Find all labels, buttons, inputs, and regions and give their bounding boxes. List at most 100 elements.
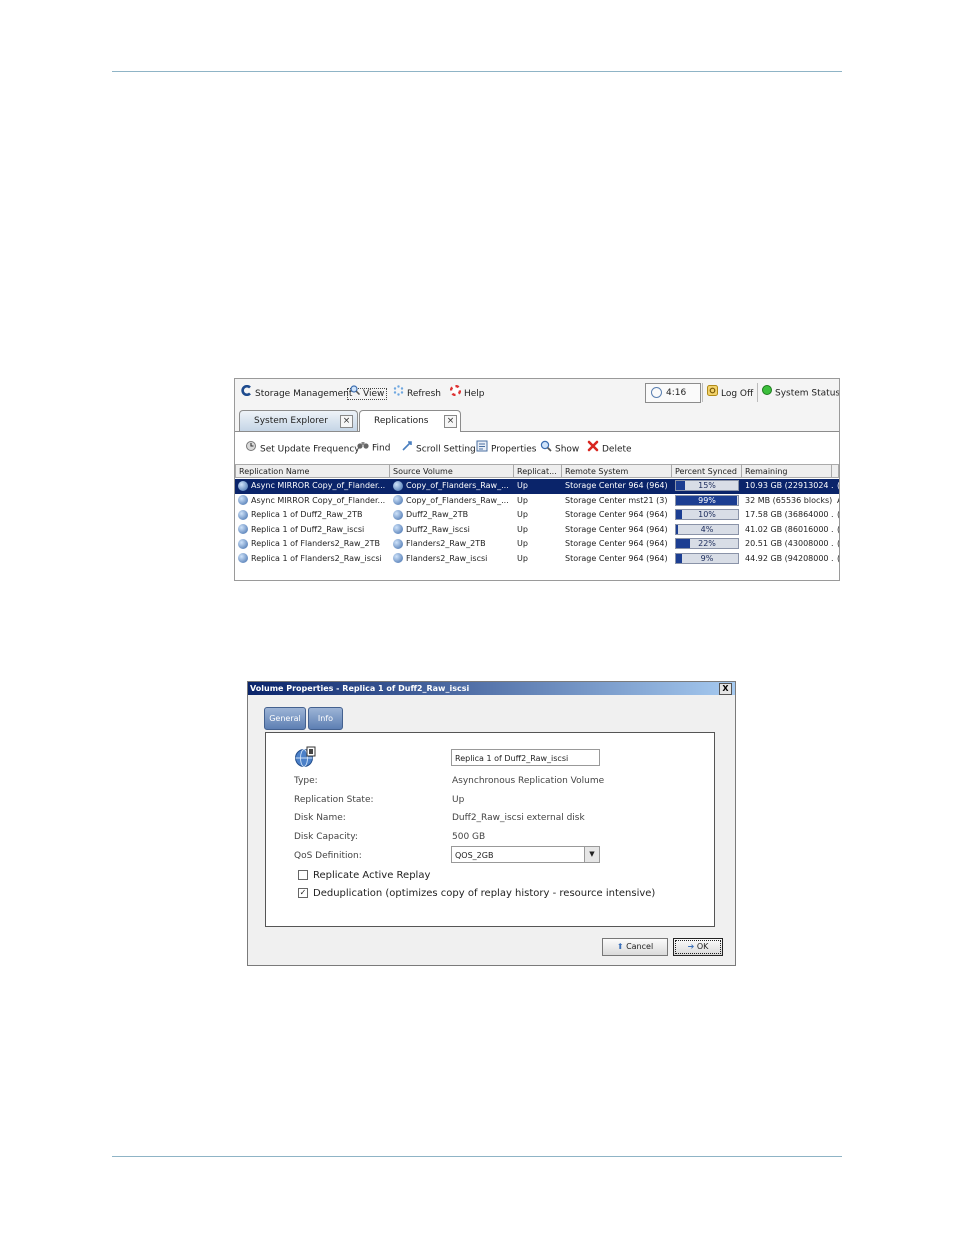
toolbar: Set Update Frequency Find Scroll Setting… <box>235 432 839 464</box>
volume-globe-icon <box>294 746 316 771</box>
header-rule <box>112 71 842 72</box>
remaining-cell: 32 MB (65536 blocks) <box>745 495 833 505</box>
close-icon[interactable]: X <box>719 683 732 695</box>
source-volume-cell: Duff2_Raw_iscsi <box>393 523 514 537</box>
source-volume-cell: Copy_of_Flanders_Raw_... <box>393 494 514 508</box>
replication-name-cell: Replica 1 of Duff2_Raw_iscsi <box>238 523 390 537</box>
dialog-title: Volume Properties - Replica 1 of Duff2_R… <box>250 684 470 693</box>
table-row[interactable]: Replica 1 of Duff2_Raw_iscsi Duff2_Raw_is… <box>235 523 839 538</box>
clock-icon <box>651 387 662 398</box>
overflow-cell: ( <box>837 553 840 563</box>
source-volume-cell: Copy_of_Flanders_Raw_... <box>393 479 514 493</box>
replication-name-cell: Async MIRROR Copy_of_Flander... <box>238 479 390 493</box>
deduplication-checkbox[interactable]: ✓ Deduplication (optimizes copy of replay… <box>298 888 655 899</box>
table-row[interactable]: Replica 1 of Flanders2_Raw_iscsi Flanders… <box>235 552 839 567</box>
type-value: Asynchronous Replication Volume <box>452 776 605 786</box>
remaining-cell: 20.51 GB (43008000 ... <box>745 539 834 548</box>
replication-globe-icon <box>238 480 248 491</box>
overflow-cell: ( <box>837 481 840 490</box>
column-header-source-volume[interactable]: Source Volume <box>390 464 514 478</box>
remaining-cell: 41.02 GB (86016000 ... <box>745 524 834 534</box>
source-volume-cell: Flanders2_Raw_2TB <box>393 537 514 551</box>
footer-rule <box>112 1156 842 1157</box>
replication-state-value: Up <box>452 795 465 805</box>
percent-synced-bar: 99% <box>675 494 739 506</box>
chevron-down-icon[interactable]: ▼ <box>584 847 599 862</box>
remaining-cell: 44.92 GB (94208000 ... <box>745 553 834 563</box>
tab-system-explorer[interactable]: System Explorer × <box>239 410 358 431</box>
qos-definition-label: QoS Definition: <box>294 851 362 861</box>
checkbox-unchecked-icon <box>298 870 308 880</box>
replication-state-cell: Up <box>517 481 528 490</box>
view-menu[interactable]: View <box>347 385 388 401</box>
replication-name-cell: Replica 1 of Flanders2_Raw_2TB <box>238 537 390 551</box>
set-update-frequency-button[interactable]: Set Update Frequency <box>245 440 360 456</box>
table-row[interactable]: Replica 1 of Flanders2_Raw_2TB Flanders2_… <box>235 537 839 552</box>
table-row[interactable]: Async MIRROR Copy_of_Flander... Copy_of_F… <box>235 479 839 494</box>
refresh-menu[interactable]: Refresh <box>393 385 441 400</box>
volume-properties-dialog: Volume Properties - Replica 1 of Duff2_R… <box>247 681 736 966</box>
replication-globe-icon <box>393 509 403 520</box>
replication-state-cell: Up <box>517 553 528 563</box>
storage-management-menu[interactable]: Storage Management <box>241 384 352 400</box>
replication-state-cell: Up <box>517 524 528 534</box>
clock-display: 4:16 PM <box>645 383 701 416</box>
delete-x-icon <box>587 440 599 458</box>
replications-window: Storage Management View Refresh Help 4:1… <box>234 378 840 581</box>
cancel-button[interactable]: ⬆ Cancel <box>602 938 668 956</box>
overflow-cell: ( <box>837 510 840 519</box>
overflow-cell: ( <box>837 524 840 534</box>
column-header-replication-state[interactable]: Replicat... <box>514 464 562 478</box>
table-row[interactable]: Async MIRROR Copy_of_Flander... Copy_of_F… <box>235 494 839 509</box>
magnifier-icon <box>540 440 552 458</box>
properties-button[interactable]: Properties <box>476 440 536 456</box>
magnifier-icon <box>350 385 361 401</box>
replication-globe-icon <box>238 553 248 563</box>
table-row[interactable]: Replica 1 of Duff2_Raw_2TB Duff2_Raw_2TB U… <box>235 508 839 523</box>
qos-definition-select[interactable]: QOS_2GB ▼ <box>451 846 600 863</box>
find-button[interactable]: Find <box>357 440 390 456</box>
column-header-remaining[interactable]: Remaining <box>742 464 832 478</box>
remote-system-cell: Storage Center 964 (964) <box>565 524 668 534</box>
replication-globe-icon <box>393 553 403 563</box>
remote-system-cell: Storage Center 964 (964) <box>565 553 668 563</box>
percent-synced-label: 22% <box>698 539 716 548</box>
delete-button[interactable]: Delete <box>587 440 632 456</box>
refresh-icon <box>393 385 404 402</box>
menu-divider <box>702 383 703 402</box>
tab-info[interactable]: Info <box>308 707 343 730</box>
close-tab-icon[interactable]: × <box>340 415 353 428</box>
volume-name-field[interactable]: Replica 1 of Duff2_Raw_iscsi <box>451 749 600 766</box>
replicate-active-replay-checkbox[interactable]: Replicate Active Replay <box>298 870 430 881</box>
percent-synced-bar: 10% <box>675 509 739 520</box>
show-button[interactable]: Show <box>540 440 579 456</box>
scroll-setting-button[interactable]: Scroll Setting <box>401 440 476 456</box>
percent-synced-label: 15% <box>698 481 716 490</box>
percent-synced-label: 99% <box>698 495 716 505</box>
ok-button[interactable]: ➔ OK <box>673 938 723 956</box>
percent-synced-bar: 4% <box>675 523 739 535</box>
replication-name-cell: Replica 1 of Flanders2_Raw_iscsi <box>238 552 390 566</box>
column-header-percent-synced[interactable]: Percent Synced <box>672 464 742 478</box>
system-status-menu[interactable]: System Status <box>762 385 839 400</box>
help-menu[interactable]: Help <box>449 384 485 400</box>
tab-general[interactable]: General <box>264 707 306 730</box>
column-header-remote-system[interactable]: Remote System <box>562 464 672 478</box>
percent-synced-bar: 15% <box>675 480 739 491</box>
replication-state-cell: Up <box>517 539 528 548</box>
overflow-cell: ( <box>837 539 840 548</box>
tab-replications[interactable]: Replications × <box>359 410 461 432</box>
column-header-replication-name[interactable]: Replication Name <box>235 464 390 478</box>
log-off-menu[interactable]: Log Off <box>707 385 753 400</box>
replication-state-cell: Up <box>517 510 528 519</box>
overflow-cell: A <box>837 494 839 508</box>
percent-synced-label: 4% <box>700 524 714 534</box>
tab-bar: System Explorer × Replications × <box>235 406 839 432</box>
remaining-cell: 17.58 GB (36864000 ... <box>745 510 834 519</box>
replication-globe-icon <box>238 538 248 549</box>
close-tab-icon[interactable]: × <box>444 415 457 428</box>
replications-table: Replication Name Source Volume Replicat.… <box>235 464 839 580</box>
disk-name-value: Duff2_Raw_iscsi external disk <box>452 813 585 823</box>
properties-icon <box>476 440 488 458</box>
replication-globe-icon <box>393 538 403 549</box>
